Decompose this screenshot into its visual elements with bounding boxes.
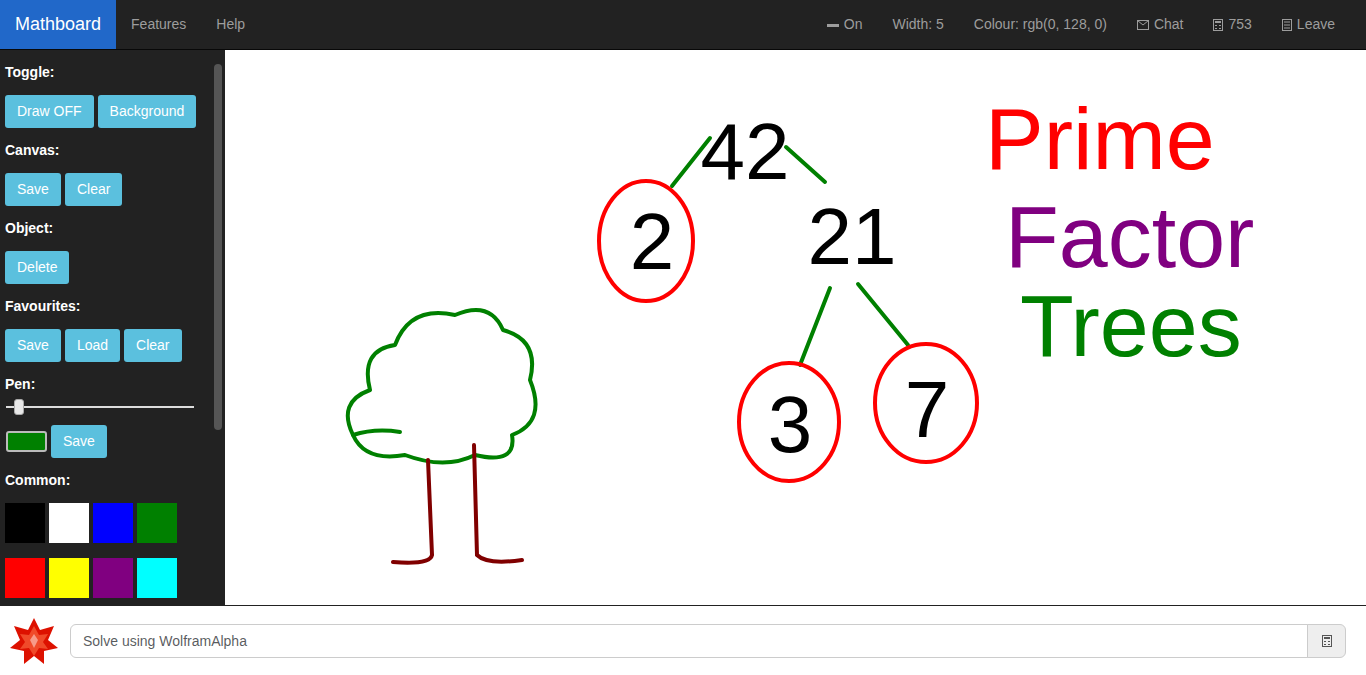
section-heading: Toggle:: [5, 62, 214, 82]
sidebar-section: Favourites: SaveLoadClear: [5, 296, 214, 362]
tree-node[interactable]: 3: [768, 385, 813, 465]
slider-thumb[interactable]: [14, 399, 24, 415]
tool-sidebar: Toggle:Draw OFFBackgroundCanvas:SaveClea…: [0, 50, 225, 605]
status-item[interactable]: On: [812, 0, 878, 49]
tree-node[interactable]: 42: [701, 112, 790, 192]
tool-button[interactable]: Clear: [124, 329, 181, 362]
tool-button[interactable]: Draw OFF: [5, 95, 94, 128]
pen-width-slider[interactable]: [6, 399, 194, 415]
colour-swatch[interactable]: [137, 503, 177, 543]
pen-line-icon: [827, 19, 839, 31]
button-row: SaveLoadClear: [5, 329, 214, 362]
pen-colour-swatch[interactable]: [6, 431, 47, 452]
section-heading: Canvas:: [5, 140, 214, 160]
status-label: On: [844, 14, 863, 35]
section-heading: Pen:: [5, 374, 214, 394]
calculator-icon: [1322, 635, 1332, 647]
tool-button[interactable]: Load: [65, 329, 120, 362]
wolfram-input[interactable]: [70, 624, 1308, 658]
sidebar-content: Toggle:Draw OFFBackgroundCanvas:SaveClea…: [0, 50, 214, 605]
node-circle: [599, 181, 693, 301]
sidebar-section: Pen: Save: [5, 374, 214, 458]
section-heading: Object:: [5, 218, 214, 238]
main-area: Toggle:Draw OFFBackgroundCanvas:SaveClea…: [0, 50, 1366, 605]
title-word[interactable]: Trees: [1020, 282, 1242, 370]
leave-icon: [1282, 19, 1292, 31]
tool-button[interactable]: Clear: [65, 173, 122, 206]
title-word[interactable]: Factor: [1005, 193, 1254, 281]
status-label: Width: 5: [892, 14, 943, 35]
nav-link[interactable]: Features: [116, 0, 201, 49]
envelope-icon: [1137, 20, 1149, 30]
colour-swatch[interactable]: [93, 558, 133, 598]
colour-swatch[interactable]: [49, 558, 89, 598]
status-label: Chat: [1154, 14, 1184, 35]
wolfram-bar: [0, 605, 1366, 675]
status-item[interactable]: Leave: [1267, 0, 1350, 49]
tool-button[interactable]: Save: [5, 329, 61, 362]
sidebar-scrollbar[interactable]: [214, 50, 225, 605]
status-label: Leave: [1297, 14, 1335, 35]
status-label: 753: [1228, 14, 1251, 35]
save-button[interactable]: Save: [51, 425, 107, 458]
colour-swatch[interactable]: [93, 503, 133, 543]
node-circle: [875, 344, 977, 462]
title-word[interactable]: Prime: [985, 95, 1215, 183]
colour-swatch[interactable]: [49, 503, 89, 543]
tree-node[interactable]: 2: [630, 202, 675, 282]
app-window: MathboardFeaturesHelp On Width: 5 Colour: r…: [0, 0, 1366, 675]
status-area: On Width: 5 Colour: rgb(0, 128, 0) Chat 753 L…: [812, 0, 1366, 49]
pen-colour-row: Save: [5, 425, 214, 458]
status-item[interactable]: Colour: rgb(0, 128, 0): [959, 0, 1122, 49]
solve-button[interactable]: [1307, 624, 1346, 658]
drawing-canvas[interactable]: 42 2 21 3 7 Prime FactorTrees: [225, 50, 1366, 605]
nav-link[interactable]: Help: [201, 0, 260, 49]
colour-swatch[interactable]: [5, 558, 45, 598]
brand-logo[interactable]: Mathboard: [0, 0, 116, 49]
sidebar-section: Object: Delete: [5, 218, 214, 284]
wolfram-star-icon: [10, 618, 58, 664]
tree-node[interactable]: 21: [808, 197, 897, 277]
status-item[interactable]: Width: 5: [877, 0, 958, 49]
calculator-icon: [1213, 19, 1223, 31]
slider-track: [6, 406, 194, 408]
node-circle: [739, 363, 839, 481]
scrollbar-thumb[interactable]: [214, 64, 222, 430]
section-heading: Favourites:: [5, 296, 214, 316]
button-row: SaveClear: [5, 173, 214, 206]
section-heading: Common:: [5, 470, 214, 490]
top-navbar: MathboardFeaturesHelp On Width: 5 Colour: r…: [0, 0, 1366, 50]
tool-button[interactable]: Background: [98, 95, 197, 128]
status-item[interactable]: 753: [1198, 0, 1266, 49]
colour-swatch[interactable]: [5, 503, 45, 543]
sidebar-section: Toggle: Draw OFFBackground: [5, 62, 214, 128]
tool-button[interactable]: Save: [5, 173, 61, 206]
tool-button[interactable]: Delete: [5, 251, 69, 284]
tree-node[interactable]: 7: [905, 370, 950, 450]
button-row: Draw OFFBackground: [5, 95, 214, 128]
sidebar-section: Common:: [5, 470, 214, 598]
status-item[interactable]: Chat: [1122, 0, 1199, 49]
wolfram-search: [70, 624, 1346, 658]
button-row: Delete: [5, 251, 214, 284]
colour-palette: [5, 503, 214, 598]
tree-drawing: [348, 310, 536, 563]
sidebar-section: Canvas: SaveClear: [5, 140, 214, 206]
colour-swatch[interactable]: [137, 558, 177, 598]
status-label: Colour: rgb(0, 128, 0): [974, 14, 1107, 35]
